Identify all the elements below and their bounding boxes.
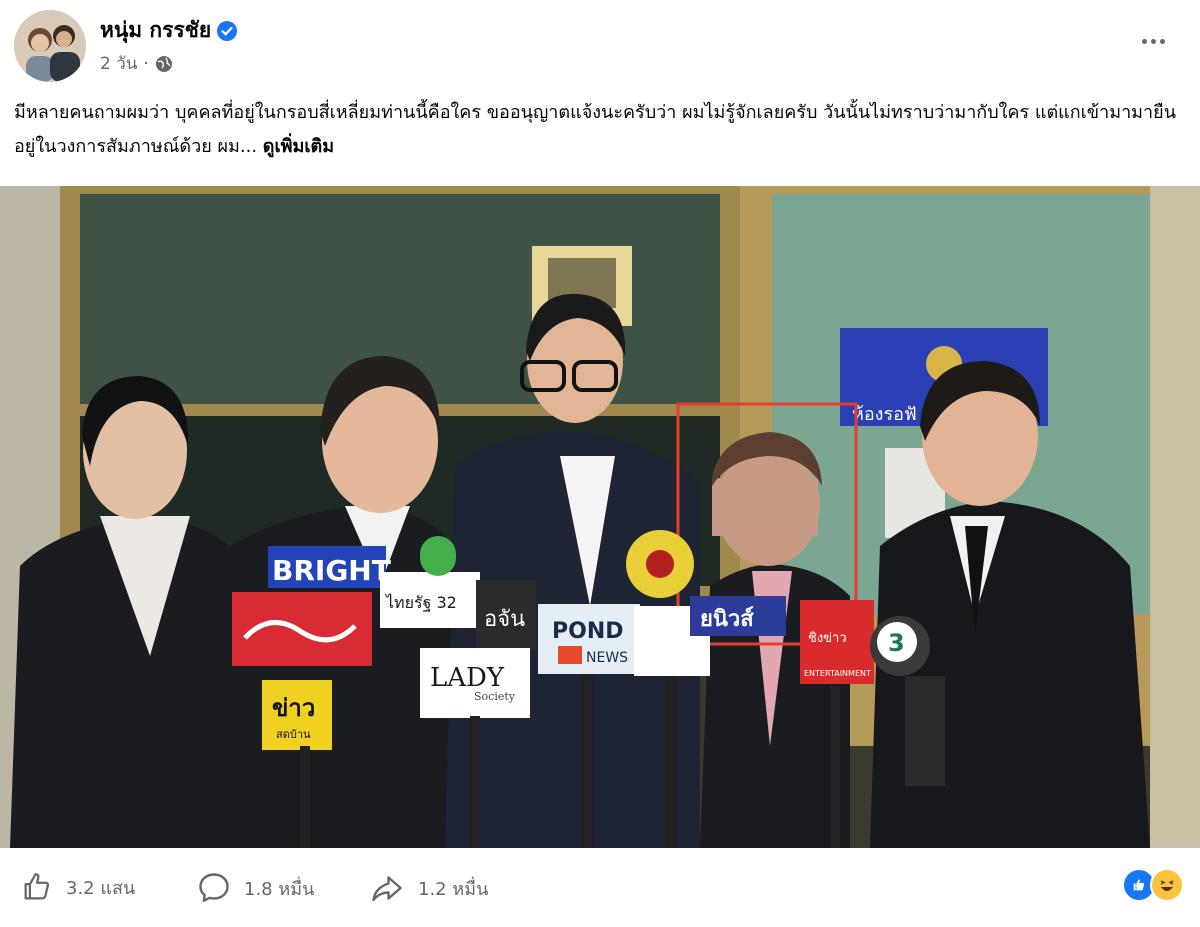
mic-label-amarin: อจัน bbox=[484, 607, 525, 632]
comment-count: 1.8 หมื่น bbox=[244, 878, 315, 900]
mic-label-bright: BRIGHT bbox=[272, 554, 391, 587]
author-name[interactable]: หนุ่ม กรรชัย bbox=[100, 14, 211, 47]
share-arrow-icon bbox=[372, 876, 402, 902]
thumbs-up-icon bbox=[24, 873, 49, 900]
dot bbox=[1150, 38, 1156, 44]
mic-label-ynews: ยนิวส์ bbox=[700, 606, 754, 632]
laughing-face-icon bbox=[1155, 873, 1179, 897]
post-meta: 2 วัน · bbox=[100, 50, 173, 77]
mic-label-pond: POND bbox=[552, 619, 624, 644]
post-text: มีหลายคนถามผมว่า บุคคลที่อยู่ในกรอบสี่เห… bbox=[14, 96, 1184, 164]
author-avatar[interactable] bbox=[14, 10, 86, 82]
post-photo[interactable]: ห้องรอฟั BRIGHT ไทยรัฐ 32 อจัน LADY Soci… bbox=[0, 186, 1200, 848]
dot bbox=[1141, 38, 1147, 44]
thumbs-up-fill-icon bbox=[1133, 879, 1145, 891]
mic-label-sanook: ชิงข่าว bbox=[808, 631, 847, 646]
door-sign-text: ห้องรอฟั bbox=[852, 404, 917, 425]
post-options-button[interactable] bbox=[1136, 26, 1170, 56]
mic-label-lady-sub: Society bbox=[474, 690, 516, 703]
haha-reaction-icon bbox=[1150, 868, 1184, 902]
dot bbox=[1159, 38, 1165, 44]
comment-button[interactable]: 1.8 หมื่น bbox=[196, 870, 314, 906]
post-body: มีหลายคนถามผมว่า บุคคลที่อยู่ในกรอบสี่เห… bbox=[14, 102, 1177, 157]
mic-label-khao-sub: สดบ้าน bbox=[276, 728, 311, 741]
mic-label-ch3: 3 bbox=[888, 629, 905, 657]
avatar-photo bbox=[14, 10, 86, 82]
mic-label-lady: LADY bbox=[430, 663, 505, 693]
post-timestamp[interactable]: 2 วัน bbox=[100, 50, 137, 77]
comment-bubble-icon bbox=[199, 873, 229, 902]
press-conference-photo: ห้องรอฟั BRIGHT ไทยรัฐ 32 อจัน LADY Soci… bbox=[0, 186, 1200, 848]
mic-label-news: NEWS bbox=[586, 650, 628, 666]
like-button[interactable]: 3.2 แสน bbox=[20, 870, 135, 904]
reaction-summary[interactable] bbox=[1122, 868, 1184, 902]
see-more-link[interactable]: ดูเพิ่มเติม bbox=[263, 136, 334, 157]
share-button[interactable]: 1.2 หมื่น bbox=[368, 870, 488, 906]
post-actions-bar: 3.2 แสน 1.8 หมื่น 1.2 หมื่น bbox=[0, 848, 1200, 927]
like-count: 3.2 แสน bbox=[66, 877, 136, 899]
author-name-row: หนุ่ม กรรชัย bbox=[100, 14, 238, 47]
verified-badge-icon bbox=[217, 20, 238, 41]
mic-label-khao: ข่าว bbox=[272, 694, 315, 722]
mic-label-ch32: ไทยรัฐ 32 bbox=[384, 593, 457, 612]
globe-icon bbox=[155, 55, 172, 72]
post-header: หนุ่ม กรรชัย 2 วัน · bbox=[0, 0, 1200, 92]
meta-separator: · bbox=[143, 53, 149, 74]
mic-label-ent: ENTERTAINMENT bbox=[804, 669, 871, 678]
share-count: 1.2 หมื่น bbox=[418, 878, 489, 900]
